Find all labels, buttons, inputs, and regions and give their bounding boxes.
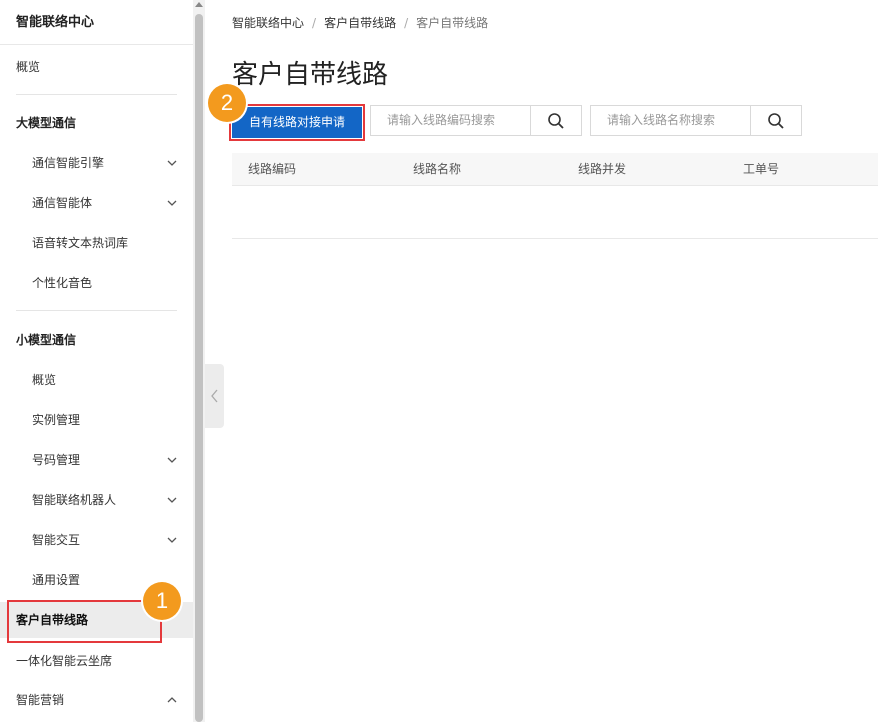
sidebar-title: 智能联络中心 bbox=[0, 0, 193, 45]
sidebar-item-robot[interactable]: 智能联络机器人 bbox=[0, 482, 193, 518]
breadcrumb: 智能联络中心 / 客户自带线路 / 客户自带线路 bbox=[232, 14, 488, 31]
step-badge-1: 1 bbox=[143, 582, 181, 620]
sidebar-item-hotword[interactable]: 语音转文本热词库 bbox=[0, 225, 193, 261]
sidebar-item-voice[interactable]: 个性化音色 bbox=[0, 265, 193, 301]
chevron-left-icon bbox=[211, 389, 218, 403]
column-header-line-code: 线路编码 bbox=[248, 162, 297, 176]
chevron-down-icon bbox=[167, 457, 177, 463]
column-header-line-name: 线路名称 bbox=[413, 162, 462, 176]
search-line-code-input[interactable]: 请输入线路编码搜索 bbox=[387, 106, 495, 135]
chevron-down-icon bbox=[167, 200, 177, 206]
column-header-ticket-number: 工单号 bbox=[743, 162, 780, 176]
chevron-down-icon bbox=[167, 160, 177, 166]
sidebar-item-label: 智能交互 bbox=[32, 533, 81, 547]
chevron-down-icon bbox=[167, 497, 177, 503]
breadcrumb-separator: / bbox=[312, 16, 317, 30]
sidebar-item-small-overview[interactable]: 概览 bbox=[0, 362, 193, 398]
sidebar-item-label: 通信智能引擎 bbox=[32, 156, 105, 170]
search-line-name-input[interactable]: 请输入线路名称搜索 bbox=[607, 106, 715, 135]
sidebar-item-numbers[interactable]: 号码管理 bbox=[0, 442, 193, 478]
sidebar-item-cloud-seat[interactable]: 一体化智能云坐席 bbox=[0, 643, 193, 679]
sidebar-item-label: 智能营销 bbox=[16, 693, 65, 707]
highlight-box-button bbox=[229, 104, 365, 141]
sidebar-item-interaction[interactable]: 智能交互 bbox=[0, 522, 193, 558]
scroll-up-arrow-icon[interactable] bbox=[195, 2, 203, 7]
breadcrumb-separator: / bbox=[404, 16, 409, 30]
breadcrumb-item-current: 客户自带线路 bbox=[416, 16, 489, 30]
sidebar-item-instances[interactable]: 实例管理 bbox=[0, 402, 193, 438]
table-body-empty bbox=[232, 186, 878, 239]
sidebar-group-large-model: 大模型通信 bbox=[16, 116, 77, 130]
sidebar-scrollbar[interactable] bbox=[193, 0, 205, 722]
chevron-down-icon bbox=[167, 537, 177, 543]
sidebar-group-small-model: 小模型通信 bbox=[16, 333, 77, 347]
page-title: 客户自带线路 bbox=[232, 60, 389, 90]
step-badge-2: 2 bbox=[208, 84, 246, 122]
column-header-line-concurrency: 线路并发 bbox=[578, 162, 627, 176]
sidebar-item-comm-engine[interactable]: 通信智能引擎 bbox=[0, 145, 193, 181]
sidebar-item-marketing[interactable]: 智能营销 bbox=[0, 682, 193, 718]
sidebar-item-overview[interactable]: 概览 bbox=[0, 49, 193, 85]
scrollbar-thumb[interactable] bbox=[195, 14, 203, 722]
search-icon bbox=[768, 112, 784, 129]
sidebar-item-label: 智能联络机器人 bbox=[32, 493, 117, 507]
chevron-up-icon bbox=[167, 697, 177, 703]
highlight-box-sidebar bbox=[7, 600, 162, 643]
breadcrumb-item-section[interactable]: 客户自带线路 bbox=[324, 16, 396, 30]
sidebar-divider bbox=[16, 94, 177, 95]
search-line-name-button[interactable] bbox=[750, 106, 801, 135]
breadcrumb-item-root[interactable]: 智能联络中心 bbox=[232, 16, 304, 30]
sidebar-item-label: 号码管理 bbox=[32, 453, 81, 467]
search-line-code-button[interactable] bbox=[530, 106, 581, 135]
sidebar-item-label: 通信智能体 bbox=[32, 196, 93, 210]
search-icon bbox=[548, 112, 564, 129]
search-line-code: 请输入线路编码搜索 bbox=[370, 105, 582, 136]
table-header: 线路编码 线路名称 线路并发 工单号 bbox=[232, 153, 878, 186]
sidebar-collapse-handle[interactable] bbox=[205, 364, 224, 428]
sidebar-item-comm-agent[interactable]: 通信智能体 bbox=[0, 185, 193, 221]
sidebar-divider bbox=[16, 310, 177, 311]
search-line-name: 请输入线路名称搜索 bbox=[590, 105, 802, 136]
